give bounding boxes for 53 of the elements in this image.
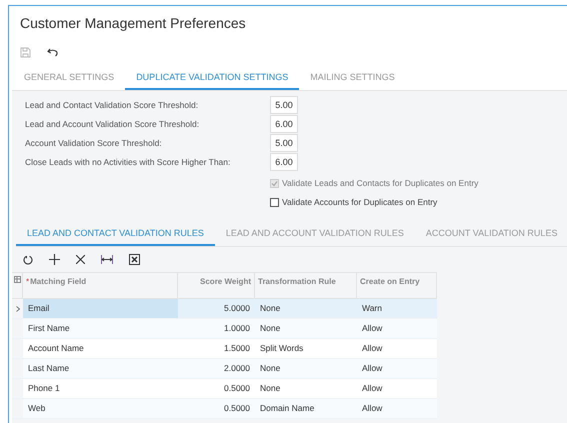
table-row[interactable]: Email 5.0000 None Warn <box>12 299 437 319</box>
table-cell-text: Domain Name <box>259 402 316 416</box>
table-cell-text: Allow <box>361 382 384 396</box>
field-label: Account Validation Score Threshold: <box>25 136 163 150</box>
number-field[interactable]: 6.00 <box>270 115 298 133</box>
save-icon[interactable] <box>20 46 31 58</box>
table-cell-text: None <box>259 382 282 396</box>
table-cell[interactable]: First Name <box>23 319 178 338</box>
table-cell-text: Allow <box>361 402 384 416</box>
number-field[interactable]: 5.00 <box>270 134 298 152</box>
checkbox-label: Validate Accounts for Duplicates on Entry <box>282 196 438 209</box>
table-row[interactable]: Phone 1 0.5000 None Allow <box>12 379 437 399</box>
table-cell-text: None <box>259 302 282 316</box>
row-selector[interactable] <box>12 299 23 318</box>
checkbox-label: Validate Leads and Contacts for Duplicates on Entry <box>282 177 478 190</box>
number-field[interactable]: 5.00 <box>270 96 298 114</box>
table-cell-text: Allow <box>361 322 384 336</box>
table-cell-text: None <box>259 322 282 336</box>
table-cell-text: Allow <box>361 362 384 376</box>
field-label: Lead and Account Validation Score Threshold: <box>25 118 200 130</box>
table-cell[interactable]: Web <box>23 399 178 418</box>
close-icon[interactable] <box>76 255 85 264</box>
table-cell-text: 0.5000 <box>223 402 251 416</box>
table-cell[interactable]: Email <box>23 299 178 318</box>
fit-width-icon[interactable] <box>101 255 113 264</box>
table-cell[interactable]: Phone 1 <box>23 379 178 398</box>
table-cell-text: 0.5000 <box>223 382 251 396</box>
refresh-icon[interactable] <box>23 254 33 264</box>
checkbox[interactable] <box>270 198 279 207</box>
table-cell-text: 2.0000 <box>223 362 251 376</box>
table-cell-text: 1.5000 <box>223 342 251 356</box>
table-cell-text: 1.0000 <box>223 322 251 336</box>
field-label: Close Leads with no Activities with Score Higher Than: <box>25 156 232 168</box>
required-marker: * <box>26 276 30 287</box>
excel-export-icon[interactable] <box>129 254 140 265</box>
table-cell[interactable]: Account Name <box>23 339 178 358</box>
table-cell-text: Split Words <box>259 342 304 356</box>
number-field[interactable]: 6.00 <box>270 153 298 171</box>
table-row[interactable]: Account Name 1.5000 Split Words Allow <box>12 339 437 359</box>
undo-icon[interactable] <box>47 47 59 57</box>
add-icon[interactable] <box>49 254 60 265</box>
table-cell-text: Allow <box>361 342 384 356</box>
field-label: Lead and Contact Validation Score Threshold: <box>25 98 200 112</box>
table-row[interactable]: First Name 1.0000 None Allow <box>12 319 437 339</box>
row-pointer-icon <box>16 306 20 312</box>
table-cell[interactable]: Last Name <box>23 359 178 378</box>
table-cell-text: None <box>259 362 282 376</box>
table-row[interactable]: Web 0.5000 Domain Name Allow <box>12 399 437 419</box>
table-cell-text: Warn <box>361 302 383 316</box>
table-row[interactable]: Last Name 2.0000 None Allow <box>12 359 437 379</box>
column-config-icon[interactable] <box>14 276 20 283</box>
table-cell-text: 5.0000 <box>223 302 251 316</box>
page-title: Customer Management Preferences <box>20 14 247 32</box>
